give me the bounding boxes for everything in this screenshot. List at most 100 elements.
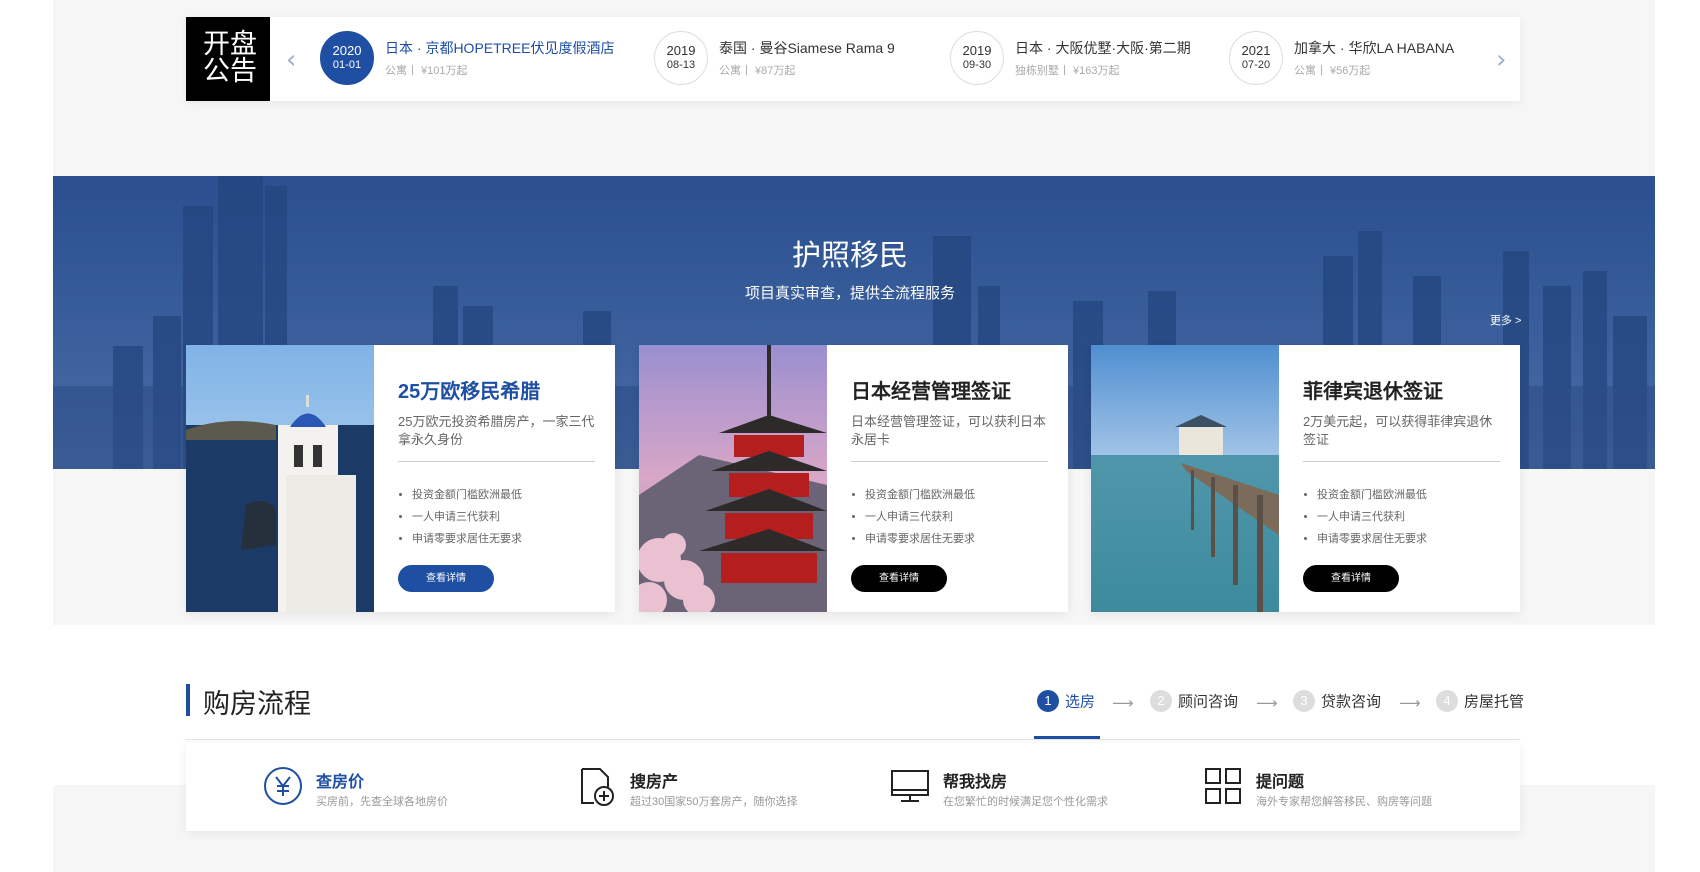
visa-card[interactable]: 25万欧移民希腊 25万欧元投资希腊房产，一家三代拿永久身份 投资金额门槛欧洲最… bbox=[186, 345, 615, 612]
step-label: 选房 bbox=[1065, 693, 1096, 711]
feature-search-property[interactable]: 搜房产 超过30国家50万套房产，随你选择 bbox=[576, 765, 836, 815]
feature-panel: 查房价 买房前，先查全球各地房价 搜房产 超过30国家50万套房产，随你选择 帮… bbox=[186, 743, 1520, 831]
feature-title: 提问题 bbox=[1256, 774, 1305, 791]
arrow-right-icon: ⟶ bbox=[1112, 694, 1134, 712]
card-bullets: 投资金额门槛欧洲最低 一人申请三代获利 申请零要求居住无要求 bbox=[851, 484, 1048, 550]
visa-card[interactable]: 日本经营管理签证 日本经营管理签证，可以获利日本永居卡 投资金额门槛欧洲最低 一… bbox=[639, 345, 1068, 612]
philippines-pier-image bbox=[1091, 345, 1279, 612]
announcement-meta: 公寓丨 ¥87万起 bbox=[719, 65, 796, 77]
active-step-indicator bbox=[1034, 736, 1100, 739]
feature-find-house[interactable]: 帮我找房 在您繁忙的时候满足您个性化需求 bbox=[889, 765, 1149, 815]
feature-subtitle: 在您繁忙的时候满足您个性化需求 bbox=[943, 796, 1108, 808]
arrow-right-icon: ⟶ bbox=[1399, 694, 1421, 712]
announcement-title[interactable]: 日本 · 大阪优墅·大阪·第二期 bbox=[1015, 38, 1191, 58]
date-day: 08-13 bbox=[666, 59, 696, 71]
step-number: 2 bbox=[1150, 690, 1172, 712]
announcement-meta: 公寓丨 ¥101万起 bbox=[385, 65, 468, 77]
view-details-button[interactable]: 查看详情 bbox=[1303, 565, 1399, 592]
date-badge: 2019 08-13 bbox=[654, 31, 708, 85]
logo-line-1: 开盘 bbox=[203, 29, 257, 60]
date-badge: 2020 01-01 bbox=[320, 31, 374, 85]
announcement-item[interactable]: 2019 08-13 泰国 · 曼谷Siamese Rama 9 公寓丨 ¥87… bbox=[654, 31, 914, 87]
feature-title: 查房价 bbox=[316, 774, 365, 791]
process-steps: 1 选房 ⟶ 2 顾问咨询 ⟶ 3 贷款咨询 ⟶ 4 房屋托管 bbox=[1037, 690, 1524, 716]
list-item: 投资金额门槛欧洲最低 bbox=[412, 484, 595, 506]
japan-pagoda-image bbox=[639, 345, 827, 612]
date-day: 09-30 bbox=[962, 59, 992, 71]
grid-icon bbox=[1205, 768, 1241, 804]
announcement-title[interactable]: 泰国 · 曼谷Siamese Rama 9 bbox=[719, 38, 895, 58]
card-bullets: 投资金额门槛欧洲最低 一人申请三代获利 申请零要求居住无要求 bbox=[1303, 484, 1500, 550]
list-item: 一人申请三代获利 bbox=[865, 506, 1048, 528]
date-badge: 2019 09-30 bbox=[950, 31, 1004, 85]
list-item: 一人申请三代获利 bbox=[1317, 506, 1500, 528]
divider bbox=[1303, 461, 1500, 462]
add-document-icon bbox=[581, 768, 614, 806]
chevron-right-icon[interactable]: › bbox=[1496, 45, 1506, 75]
announcement-title[interactable]: 加拿大 · 华欣LA HABANA bbox=[1294, 38, 1454, 58]
date-year: 2020 bbox=[332, 43, 362, 58]
divider bbox=[851, 461, 1048, 462]
list-item: 一人申请三代获利 bbox=[412, 506, 595, 528]
yen-icon bbox=[264, 767, 302, 805]
date-year: 2019 bbox=[666, 43, 696, 58]
date-year: 2021 bbox=[1241, 43, 1271, 58]
list-item: 申请零要求居住无要求 bbox=[1317, 528, 1500, 550]
card-bullets: 投资金额门槛欧洲最低 一人申请三代获利 申请零要求居住无要求 bbox=[398, 484, 595, 550]
divider bbox=[186, 739, 1520, 740]
section-marker bbox=[186, 684, 190, 716]
feature-subtitle: 海外专家帮您解答移民、购房等问题 bbox=[1256, 796, 1432, 808]
step-loan[interactable]: 3 贷款咨询 bbox=[1293, 690, 1381, 712]
feature-subtitle: 超过30国家50万套房产，随你选择 bbox=[630, 796, 798, 808]
date-year: 2019 bbox=[962, 43, 992, 58]
feature-ask-question[interactable]: 提问题 海外专家帮您解答移民、购房等问题 bbox=[1202, 765, 1462, 815]
step-label: 房屋托管 bbox=[1464, 693, 1525, 711]
announcement-title[interactable]: 日本 · 京都HOPETREE伏见度假酒店 bbox=[385, 38, 614, 58]
list-item: 申请零要求居住无要求 bbox=[865, 528, 1048, 550]
announcement-meta: 公寓丨 ¥56万起 bbox=[1294, 65, 1371, 77]
divider bbox=[398, 461, 595, 462]
card-title: 日本经营管理签证 bbox=[851, 381, 1011, 403]
step-number: 4 bbox=[1436, 690, 1458, 712]
process-title: 购房流程 bbox=[203, 689, 311, 719]
feature-check-price[interactable]: 查房价 买房前，先查全球各地房价 bbox=[262, 765, 502, 815]
date-badge: 2021 07-20 bbox=[1229, 31, 1283, 85]
card-description: 25万欧元投资希腊房产，一家三代拿永久身份 bbox=[398, 414, 595, 447]
list-item: 投资金额门槛欧洲最低 bbox=[1317, 484, 1500, 506]
view-details-button[interactable]: 查看详情 bbox=[398, 565, 494, 592]
greece-church-image bbox=[186, 345, 374, 612]
banner-title: 护照移民 bbox=[791, 240, 908, 272]
more-link[interactable]: 更多 > bbox=[1490, 312, 1521, 328]
step-select-house[interactable]: 1 选房 bbox=[1037, 690, 1095, 712]
step-number: 1 bbox=[1037, 690, 1059, 712]
list-item: 投资金额门槛欧洲最低 bbox=[865, 484, 1048, 506]
chevron-left-icon[interactable]: ‹ bbox=[286, 45, 296, 75]
visa-card[interactable]: 菲律宾退休签证 2万美元起，可以获得菲律宾退休签证 投资金额门槛欧洲最低 一人申… bbox=[1091, 345, 1520, 612]
feature-subtitle: 买房前，先查全球各地房价 bbox=[316, 796, 448, 808]
logo-line-2: 公告 bbox=[203, 56, 257, 87]
card-title: 菲律宾退休签证 bbox=[1303, 381, 1443, 403]
step-label: 顾问咨询 bbox=[1178, 693, 1239, 711]
announcement-item[interactable]: 2019 09-30 日本 · 大阪优墅·大阪·第二期 独栋别墅丨 ¥163万起 bbox=[950, 31, 1210, 87]
announcement-item[interactable]: 2020 01-01 日本 · 京都HOPETREE伏见度假酒店 公寓丨 ¥10… bbox=[320, 31, 614, 87]
view-details-button[interactable]: 查看详情 bbox=[851, 565, 947, 592]
card-title: 25万欧移民希腊 bbox=[398, 381, 541, 403]
card-description: 日本经营管理签证，可以获利日本永居卡 bbox=[851, 414, 1047, 447]
banner-subtitle: 项目真实审查，提供全流程服务 bbox=[744, 285, 955, 302]
list-item: 申请零要求居住无要求 bbox=[412, 528, 595, 550]
feature-title: 搜房产 bbox=[630, 774, 679, 791]
feature-title: 帮我找房 bbox=[943, 774, 1008, 791]
monitor-icon bbox=[891, 770, 929, 802]
announcement-item[interactable]: 2021 07-20 加拿大 · 华欣LA HABANA 公寓丨 ¥56万起 bbox=[1229, 31, 1489, 87]
arrow-right-icon: ⟶ bbox=[1256, 694, 1278, 712]
step-management[interactable]: 4 房屋托管 bbox=[1436, 690, 1524, 712]
date-day: 07-20 bbox=[1241, 59, 1271, 71]
announcement-bar: 开盘 公告 ‹ 2020 01-01 日本 · 京都HOPETREE伏见度假酒店… bbox=[186, 17, 1520, 101]
announcement-logo: 开盘 公告 bbox=[186, 17, 270, 101]
step-consultant[interactable]: 2 顾问咨询 bbox=[1150, 690, 1238, 712]
announcement-meta: 独栋别墅丨 ¥163万起 bbox=[1015, 65, 1120, 77]
step-label: 贷款咨询 bbox=[1321, 693, 1382, 711]
step-number: 3 bbox=[1293, 690, 1315, 712]
date-day: 01-01 bbox=[332, 59, 362, 71]
card-description: 2万美元起，可以获得菲律宾退休签证 bbox=[1303, 414, 1493, 447]
